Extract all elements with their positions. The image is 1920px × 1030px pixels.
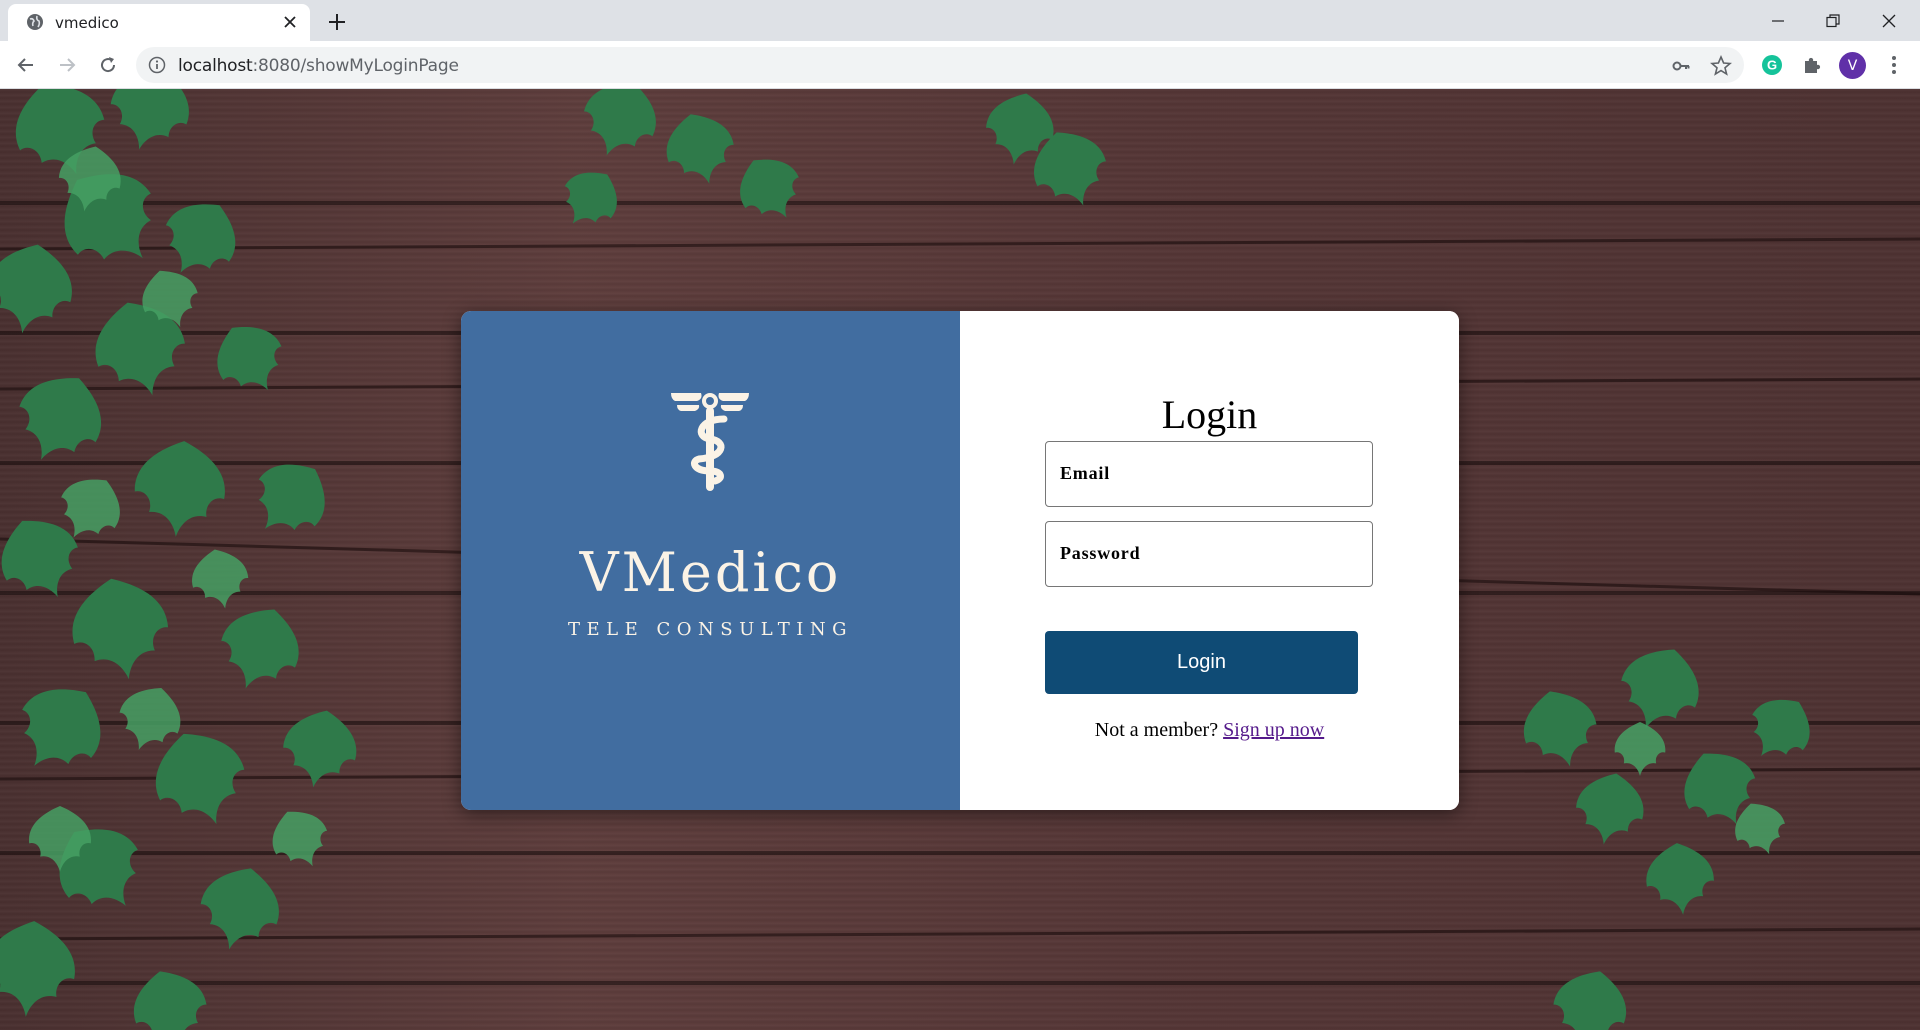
bookmark-button[interactable] xyxy=(1710,55,1732,77)
login-card: VMedico TELE CONSULTING Login Email Pass… xyxy=(461,311,1459,810)
browser-toolbar: localhost:8080/showMyLoginPage G V xyxy=(0,41,1920,89)
password-key-button[interactable] xyxy=(1670,55,1692,77)
email-field[interactable]: Email xyxy=(1045,441,1373,507)
restore-icon xyxy=(1826,13,1840,27)
minimize-button[interactable] xyxy=(1755,0,1801,41)
url-path: :8080/showMyLoginPage xyxy=(252,56,459,76)
signup-link[interactable]: Sign up now xyxy=(1223,719,1324,741)
puzzle-icon xyxy=(1805,57,1821,73)
arrow-left-icon xyxy=(17,58,33,72)
page-background: VMedico TELE CONSULTING Login Email Pass… xyxy=(0,89,1920,1030)
svg-text:G: G xyxy=(1767,58,1777,73)
form-title: Login xyxy=(1161,392,1258,437)
info-icon[interactable] xyxy=(148,56,166,74)
extensions-button[interactable] xyxy=(1798,51,1826,79)
tab-title: vmedico xyxy=(55,14,119,32)
password-field[interactable]: Password xyxy=(1045,521,1373,587)
signup-prompt: Not a member? xyxy=(1094,719,1219,741)
globe-icon xyxy=(27,14,43,30)
url-text: localhost:8080/showMyLoginPage xyxy=(178,56,459,76)
grammarly-icon: G xyxy=(1762,55,1782,75)
login-form: Login Email Password Login Not a member?… xyxy=(960,311,1459,810)
close-window-button[interactable] xyxy=(1866,0,1912,41)
signup-prompt-line: Not a member? Sign up now xyxy=(960,719,1459,742)
arrow-right-icon xyxy=(60,58,76,72)
reload-icon xyxy=(101,57,116,73)
tab-strip: vmedico xyxy=(0,0,1920,41)
forward-button[interactable] xyxy=(53,51,81,79)
profile-avatar[interactable]: V xyxy=(1839,52,1866,79)
email-placeholder: Email xyxy=(1060,463,1111,483)
reload-button[interactable] xyxy=(94,51,122,79)
back-button[interactable] xyxy=(12,51,40,79)
new-tab-icon[interactable] xyxy=(325,10,349,34)
restore-button[interactable] xyxy=(1810,0,1856,41)
brand-tagline: TELE CONSULTING xyxy=(568,619,853,640)
brand-panel: VMedico TELE CONSULTING xyxy=(461,311,960,810)
minimize-icon xyxy=(1772,19,1784,22)
key-icon xyxy=(1672,61,1690,71)
login-button[interactable]: Login xyxy=(1045,631,1358,694)
star-icon xyxy=(1710,55,1732,76)
close-icon xyxy=(1882,14,1896,27)
brand-name: VMedico xyxy=(579,541,842,604)
more-vert-icon xyxy=(1892,56,1896,74)
close-tab-icon[interactable] xyxy=(280,12,300,32)
browser-tab[interactable]: vmedico xyxy=(8,4,310,41)
address-bar[interactable]: localhost:8080/showMyLoginPage xyxy=(136,47,1744,83)
grammarly-extension[interactable]: G xyxy=(1758,51,1786,79)
browser-menu-button[interactable] xyxy=(1880,51,1908,79)
url-host: localhost xyxy=(178,56,253,76)
caduceus-logo xyxy=(671,393,749,491)
password-placeholder: Password xyxy=(1060,543,1141,563)
